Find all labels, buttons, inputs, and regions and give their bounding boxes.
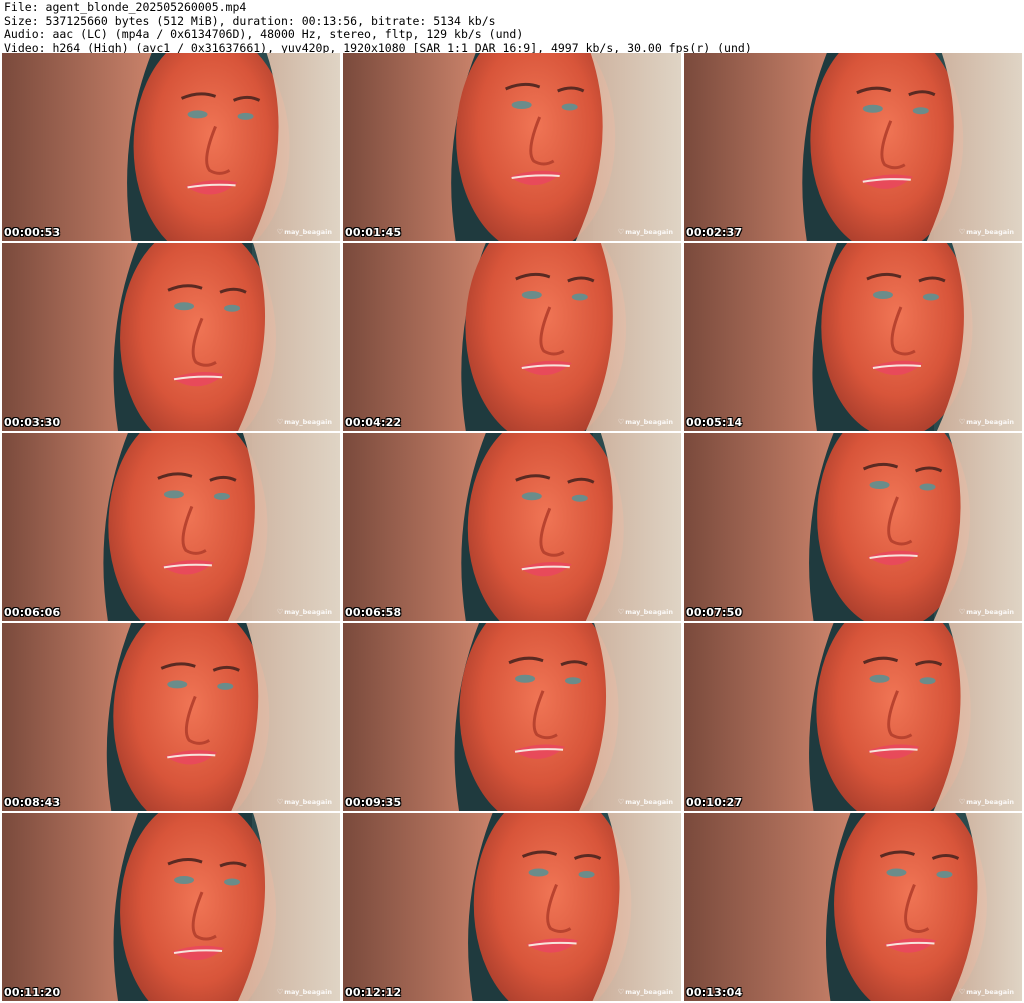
frame-image [684,433,1022,621]
heart-icon: ♡ [617,608,625,616]
heart-icon: ♡ [276,988,284,996]
watermark-text: may_beagain [284,798,332,806]
video-thumbnail: 00:03:30 ♡may_beagain [2,243,340,431]
video-thumbnail: 00:13:04 ♡may_beagain [684,813,1022,1001]
file-info-header: File: agent_blonde_202505260005.mp4 Size… [4,1,1020,55]
heart-icon: ♡ [617,418,625,426]
video-thumbnail: 00:06:06 ♡may_beagain [2,433,340,621]
video-thumbnail: 00:02:37 ♡may_beagain [684,53,1022,241]
frame-timestamp: 00:00:53 [4,226,61,239]
frame-timestamp: 00:01:45 [345,226,402,239]
watermark-text: may_beagain [966,798,1014,806]
frame-timestamp: 00:06:58 [345,606,402,619]
frame-timestamp: 00:05:14 [686,416,743,429]
frame-timestamp: 00:07:50 [686,606,743,619]
heart-icon: ♡ [276,418,284,426]
watermark: ♡may_beagain [277,988,332,996]
heart-icon: ♡ [617,798,625,806]
frame-timestamp: 00:09:35 [345,796,402,809]
watermark-text: may_beagain [625,228,673,236]
frame-image [2,433,340,621]
watermark-text: may_beagain [284,418,332,426]
watermark-text: may_beagain [966,418,1014,426]
video-thumbnail: 00:06:58 ♡may_beagain [343,433,681,621]
heart-icon: ♡ [958,228,966,236]
frame-image [684,53,1022,241]
watermark: ♡may_beagain [277,798,332,806]
heart-icon: ♡ [958,988,966,996]
audio-info-line: Audio: aac (LC) (mp4a / 0x6134706D), 480… [4,28,524,41]
frame-image [343,813,681,1001]
heart-icon: ♡ [958,418,966,426]
video-thumbnail: 00:09:35 ♡may_beagain [343,623,681,811]
watermark-text: may_beagain [284,228,332,236]
frame-image [343,433,681,621]
watermark-text: may_beagain [966,228,1014,236]
watermark-text: may_beagain [625,798,673,806]
watermark: ♡may_beagain [959,418,1014,426]
watermark: ♡may_beagain [618,608,673,616]
frame-timestamp: 00:08:43 [4,796,61,809]
frame-image [2,243,340,431]
heart-icon: ♡ [276,228,284,236]
watermark: ♡may_beagain [277,228,332,236]
frame-image [343,53,681,241]
heart-icon: ♡ [958,608,966,616]
watermark-text: may_beagain [625,418,673,426]
video-thumbnail: 00:07:50 ♡may_beagain [684,433,1022,621]
watermark: ♡may_beagain [277,608,332,616]
watermark-text: may_beagain [284,608,332,616]
frame-timestamp: 00:02:37 [686,226,743,239]
video-thumbnail: 00:12:12 ♡may_beagain [343,813,681,1001]
watermark-text: may_beagain [966,988,1014,996]
frame-timestamp: 00:11:20 [4,986,61,999]
frame-timestamp: 00:13:04 [686,986,743,999]
video-thumbnail: 00:00:53 ♡may_beagain [2,53,340,241]
frame-timestamp: 00:12:12 [345,986,402,999]
heart-icon: ♡ [276,798,284,806]
watermark: ♡may_beagain [618,228,673,236]
watermark-text: may_beagain [625,988,673,996]
file-size-line: Size: 537125660 bytes (512 MiB), duratio… [4,14,496,28]
frame-timestamp: 00:06:06 [4,606,61,619]
video-thumbnail: 00:01:45 ♡may_beagain [343,53,681,241]
heart-icon: ♡ [276,608,284,616]
frame-image [684,243,1022,431]
frame-timestamp: 00:03:30 [4,416,61,429]
thumbnail-grid: 00:00:53 ♡may_beagain 00:01:45 ♡may_beagain… [2,53,1022,1002]
heart-icon: ♡ [958,798,966,806]
video-thumbnail: 00:04:22 ♡may_beagain [343,243,681,431]
video-thumbnail: 00:08:43 ♡may_beagain [2,623,340,811]
frame-image [684,813,1022,1001]
watermark: ♡may_beagain [959,608,1014,616]
video-thumbnail: 00:10:27 ♡may_beagain [684,623,1022,811]
video-thumbnail: 00:05:14 ♡may_beagain [684,243,1022,431]
frame-image [2,623,340,811]
watermark: ♡may_beagain [959,798,1014,806]
watermark-text: may_beagain [284,988,332,996]
frame-timestamp: 00:04:22 [345,416,402,429]
frame-timestamp: 00:10:27 [686,796,743,809]
watermark: ♡may_beagain [618,988,673,996]
watermark: ♡may_beagain [277,418,332,426]
frame-image [684,623,1022,811]
frame-image [2,813,340,1001]
watermark-text: may_beagain [966,608,1014,616]
frame-image [2,53,340,241]
heart-icon: ♡ [617,228,625,236]
watermark-text: may_beagain [625,608,673,616]
watermark: ♡may_beagain [618,798,673,806]
watermark: ♡may_beagain [618,418,673,426]
video-thumbnail: 00:11:20 ♡may_beagain [2,813,340,1001]
heart-icon: ♡ [617,988,625,996]
watermark: ♡may_beagain [959,988,1014,996]
file-name-line: File: agent_blonde_202505260005.mp4 [4,1,247,14]
watermark: ♡may_beagain [959,228,1014,236]
frame-image [343,623,681,811]
frame-image [343,243,681,431]
